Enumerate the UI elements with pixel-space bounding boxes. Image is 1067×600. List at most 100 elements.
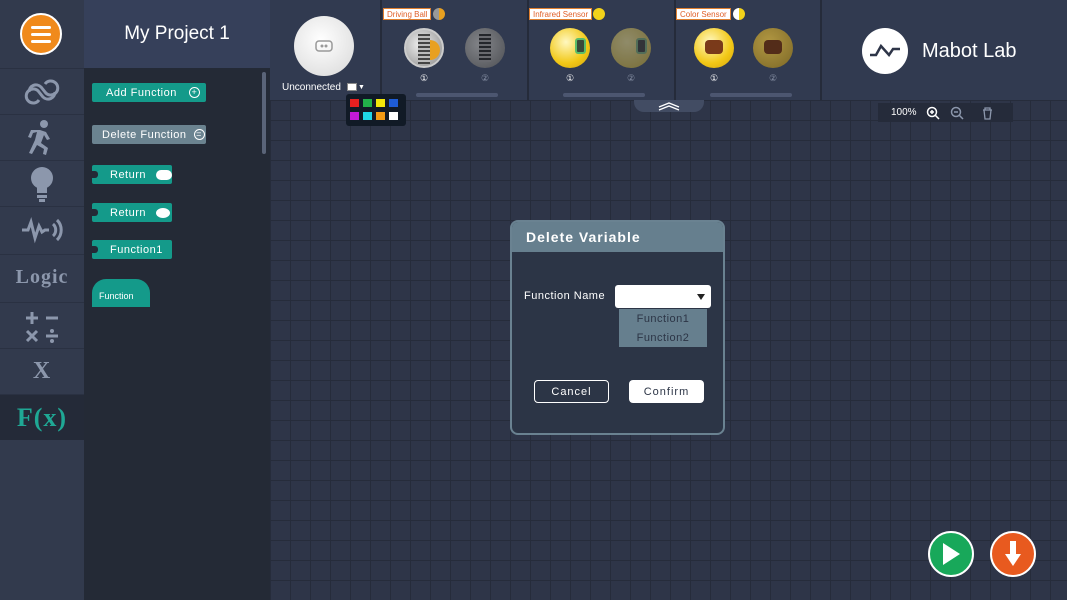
boolean-slot-icon (156, 169, 172, 180)
sensor-eye-icon (636, 38, 647, 54)
delete-variable-dialog: Delete Variable Function Name Function1 … (510, 220, 725, 435)
color-swatch-green[interactable] (363, 99, 372, 107)
run-button[interactable] (928, 531, 974, 577)
trash-icon[interactable] (979, 105, 995, 121)
wheel-icon (479, 34, 491, 62)
color-swatch-yellow[interactable] (376, 99, 385, 107)
color-palette-popup (346, 94, 406, 126)
running-figure-icon (28, 119, 50, 155)
selected-color-swatch (347, 83, 357, 91)
hub-logo-icon (315, 40, 333, 52)
logic-label: Logic (15, 266, 69, 288)
category-rail: Logic X F(x) (0, 0, 84, 600)
brand-name: Mabot Lab (922, 40, 1017, 62)
infrared-sensor-tag-icon (593, 8, 605, 20)
divider (820, 0, 822, 100)
project-title: My Project 1 (84, 0, 270, 68)
ball-accent (430, 40, 440, 60)
function-name-select[interactable] (615, 285, 711, 308)
option-function2[interactable]: Function2 (619, 328, 707, 347)
math-operators-icon (25, 311, 58, 343)
delete-function-button[interactable]: Delete Function = (92, 125, 206, 144)
color-swatch-white[interactable] (389, 112, 398, 120)
module-label-driving-ball: Driving Ball (383, 8, 432, 20)
color-swatch-purple[interactable] (350, 112, 359, 120)
zoom-controls: 100% (878, 103, 1013, 122)
color-swatch-red[interactable] (350, 99, 359, 107)
zoom-in-icon[interactable] (925, 105, 941, 121)
category-loop[interactable] (0, 68, 84, 114)
category-math[interactable] (0, 302, 84, 348)
device-index-2: ② (480, 73, 490, 83)
color-swatch-blue[interactable] (389, 99, 398, 107)
return-block[interactable]: Return (92, 165, 172, 184)
collapse-toolbar-button[interactable] (634, 100, 704, 112)
driving-ball-2[interactable] (465, 28, 505, 68)
color-sensor-1[interactable] (694, 28, 734, 68)
loop-icon (24, 79, 60, 104)
play-icon (943, 543, 960, 565)
infrared-sensor-1[interactable] (550, 28, 590, 68)
wheel-icon (418, 34, 430, 64)
function1-block-label: Function1 (110, 243, 163, 256)
option-function1[interactable]: Function1 (619, 309, 707, 328)
download-arrow-icon (1005, 541, 1021, 566)
category-logic[interactable]: Logic (0, 254, 84, 300)
confirm-button[interactable]: Confirm (629, 380, 704, 403)
function-name-label: Function Name (524, 290, 606, 302)
connection-status: Unconnected (282, 82, 341, 93)
dialog-title: Delete Variable (512, 222, 723, 252)
dropdown-caret-icon (697, 294, 705, 300)
color-sensor-tag-icon (733, 8, 745, 20)
chevron-up-icon (658, 101, 680, 111)
color-swatch-cyan[interactable] (363, 112, 372, 120)
lightbulb-icon (31, 166, 53, 202)
device-index-1: ① (709, 73, 719, 83)
infrared-sensor-2[interactable] (611, 28, 651, 68)
variable-label: X (32, 358, 52, 384)
module-scrollbar[interactable] (563, 93, 645, 97)
download-button[interactable] (990, 531, 1036, 577)
zoom-out-icon[interactable] (949, 105, 965, 121)
category-function[interactable]: F(x) (0, 394, 84, 440)
function-define-label: Function (99, 291, 134, 301)
minus-circle-icon: = (193, 129, 205, 140)
menu-button[interactable] (20, 13, 62, 55)
add-function-button[interactable]: Add Function + (92, 83, 206, 102)
mabot-logo-icon (862, 28, 908, 74)
hub-device[interactable] (294, 16, 354, 76)
add-function-label: Add Function (106, 86, 177, 99)
zoom-level: 100% (891, 107, 917, 118)
sensor-eye-icon (575, 38, 586, 54)
module-scrollbar[interactable] (710, 93, 792, 97)
cancel-button[interactable]: Cancel (534, 380, 609, 403)
delete-function-label: Delete Function (102, 128, 187, 141)
category-variable[interactable]: X (0, 348, 84, 394)
function-define-block[interactable]: Function (92, 279, 150, 307)
hub-color-select[interactable]: ▼ (347, 82, 365, 92)
device-index-1: ① (419, 73, 429, 83)
category-light[interactable] (0, 160, 84, 206)
module-label-infrared-sensor: Infrared Sensor (529, 8, 593, 20)
return-block-label: Return (110, 168, 147, 181)
color-sensor-2[interactable] (753, 28, 793, 68)
color-swatch-orange[interactable] (376, 112, 385, 120)
category-sound[interactable] (0, 206, 84, 252)
device-index-2: ② (768, 73, 778, 83)
robot-face-icon (764, 40, 782, 54)
plus-circle-icon: + (188, 87, 200, 98)
divider (380, 0, 382, 100)
return-value-block[interactable]: Return (92, 203, 172, 222)
value-slot-icon (156, 207, 171, 218)
driving-ball-1[interactable] (404, 28, 444, 68)
return-value-block-label: Return (110, 206, 147, 219)
module-label-color-sensor: Color Sensor (676, 8, 731, 20)
robot-face-icon (705, 40, 723, 54)
chevron-down-icon: ▼ (358, 83, 365, 91)
device-index-1: ① (565, 73, 575, 83)
palette-scrollbar[interactable] (262, 72, 266, 154)
function-label: F(x) (16, 402, 68, 432)
module-scrollbar[interactable] (416, 93, 498, 97)
function1-call-block[interactable]: Function1 (92, 240, 172, 259)
category-motion[interactable] (0, 114, 84, 160)
